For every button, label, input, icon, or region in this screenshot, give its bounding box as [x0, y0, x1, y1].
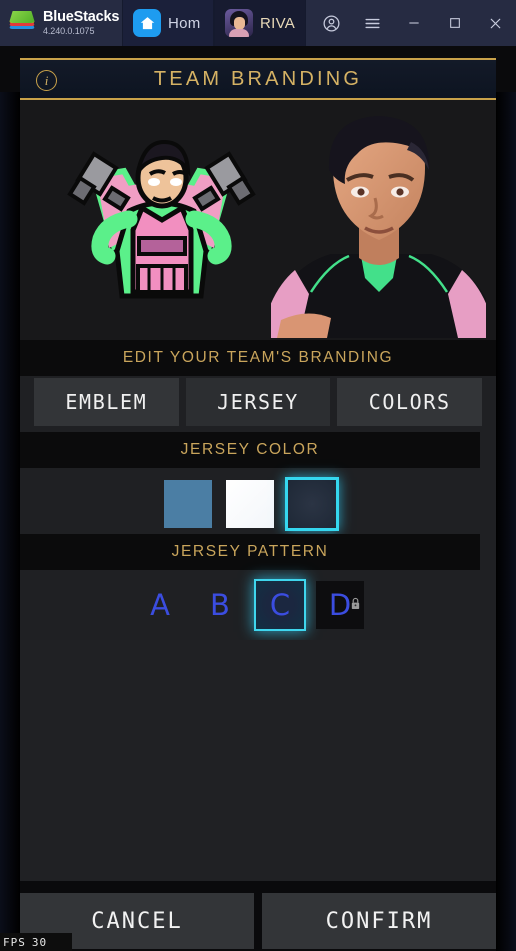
right-gutter — [496, 92, 516, 951]
section-edit-label: EDIT YOUR TEAM'S BRANDING — [122, 349, 394, 366]
jersey-pattern-d[interactable]: D — [316, 581, 364, 629]
app-root: BlueStacks 4.240.0.1075 Hom RIVA i TEAM … — [0, 0, 516, 951]
bluestacks-brand: BlueStacks 4.240.0.1075 — [0, 0, 122, 46]
left-gutter — [0, 92, 20, 951]
home-icon — [133, 9, 161, 37]
section-jersey-pattern-label: JERSEY PATTERN — [171, 543, 329, 560]
dialog-header: i TEAM BRANDING — [20, 58, 496, 100]
tab-home-label: Hom — [168, 14, 201, 32]
tab-emblem-label: EMBLEM — [65, 390, 148, 414]
jersey-color-options — [20, 468, 480, 540]
tab-colors-label: COLORS — [368, 390, 451, 414]
confirm-button-label: CONFIRM — [325, 908, 433, 934]
section-jersey-pattern: JERSEY PATTERN — [20, 534, 480, 570]
page-title: TEAM BRANDING — [153, 67, 363, 90]
tab-home[interactable]: Hom — [122, 0, 214, 46]
jersey-pattern-c[interactable]: C — [256, 581, 304, 629]
player-avatar-image — [271, 106, 486, 338]
jersey-color-swatch-steel-blue[interactable] — [164, 480, 212, 528]
info-icon[interactable]: i — [36, 70, 57, 91]
branding-preview — [20, 100, 496, 340]
window-titlebar: BlueStacks 4.240.0.1075 Hom RIVA — [0, 0, 516, 46]
tab-emblem[interactable]: EMBLEM — [34, 378, 179, 426]
fps-label: FPS — [3, 935, 26, 949]
tab-riva-label: RIVA — [260, 14, 296, 32]
riva-avatar-icon — [225, 9, 253, 37]
bluestacks-logo-icon — [9, 11, 35, 35]
jersey-pattern-a-label: A — [150, 588, 170, 622]
brand-version: 4.240.0.1075 — [43, 25, 95, 36]
window-controls — [311, 0, 516, 46]
team-branding-dialog: i TEAM BRANDING EDIT YOUR TEAM'S BRANDIN… — [20, 58, 496, 881]
game-viewport: i TEAM BRANDING EDIT YOUR TEAM'S BRANDIN… — [0, 46, 516, 951]
minimize-icon[interactable] — [393, 0, 434, 46]
tab-jersey-label: JERSEY — [217, 390, 299, 414]
maximize-icon[interactable] — [434, 0, 475, 46]
menu-icon[interactable] — [352, 0, 393, 46]
dialog-actions: CANCEL CONFIRM — [20, 893, 496, 949]
jersey-color-swatch-dark-navy[interactable] — [288, 480, 336, 528]
jersey-pattern-a[interactable]: A — [136, 581, 184, 629]
brand-name: BlueStacks — [43, 9, 120, 26]
tab-riva[interactable]: RIVA — [214, 0, 307, 46]
close-icon[interactable] — [475, 0, 516, 46]
tab-colors[interactable]: COLORS — [337, 378, 483, 426]
account-icon[interactable] — [311, 0, 352, 46]
section-jersey-color-label: JERSEY COLOR — [180, 441, 320, 458]
fps-counter: FPS 30 — [0, 933, 72, 951]
branding-tabs: EMBLEM JERSEY COLORS — [34, 378, 483, 426]
tab-jersey[interactable]: JERSEY — [185, 378, 331, 426]
jersey-pattern-d-label: D — [328, 588, 352, 622]
section-jersey-color: JERSEY COLOR — [20, 432, 480, 468]
jersey-pattern-c-label: C — [269, 588, 291, 622]
fps-value: 30 — [31, 935, 48, 949]
lock-icon — [350, 583, 361, 609]
team-emblem-image — [54, 116, 269, 321]
pattern-empty-area — [20, 640, 496, 881]
cancel-button-label: CANCEL — [91, 908, 183, 934]
confirm-button[interactable]: CONFIRM — [262, 893, 496, 949]
jersey-color-swatch-white[interactable] — [226, 480, 274, 528]
jersey-pattern-b[interactable]: B — [196, 581, 244, 629]
jersey-pattern-b-label: B — [210, 588, 230, 622]
jersey-pattern-options: A B C D — [20, 570, 480, 640]
section-edit-branding: EDIT YOUR TEAM'S BRANDING — [20, 340, 496, 376]
